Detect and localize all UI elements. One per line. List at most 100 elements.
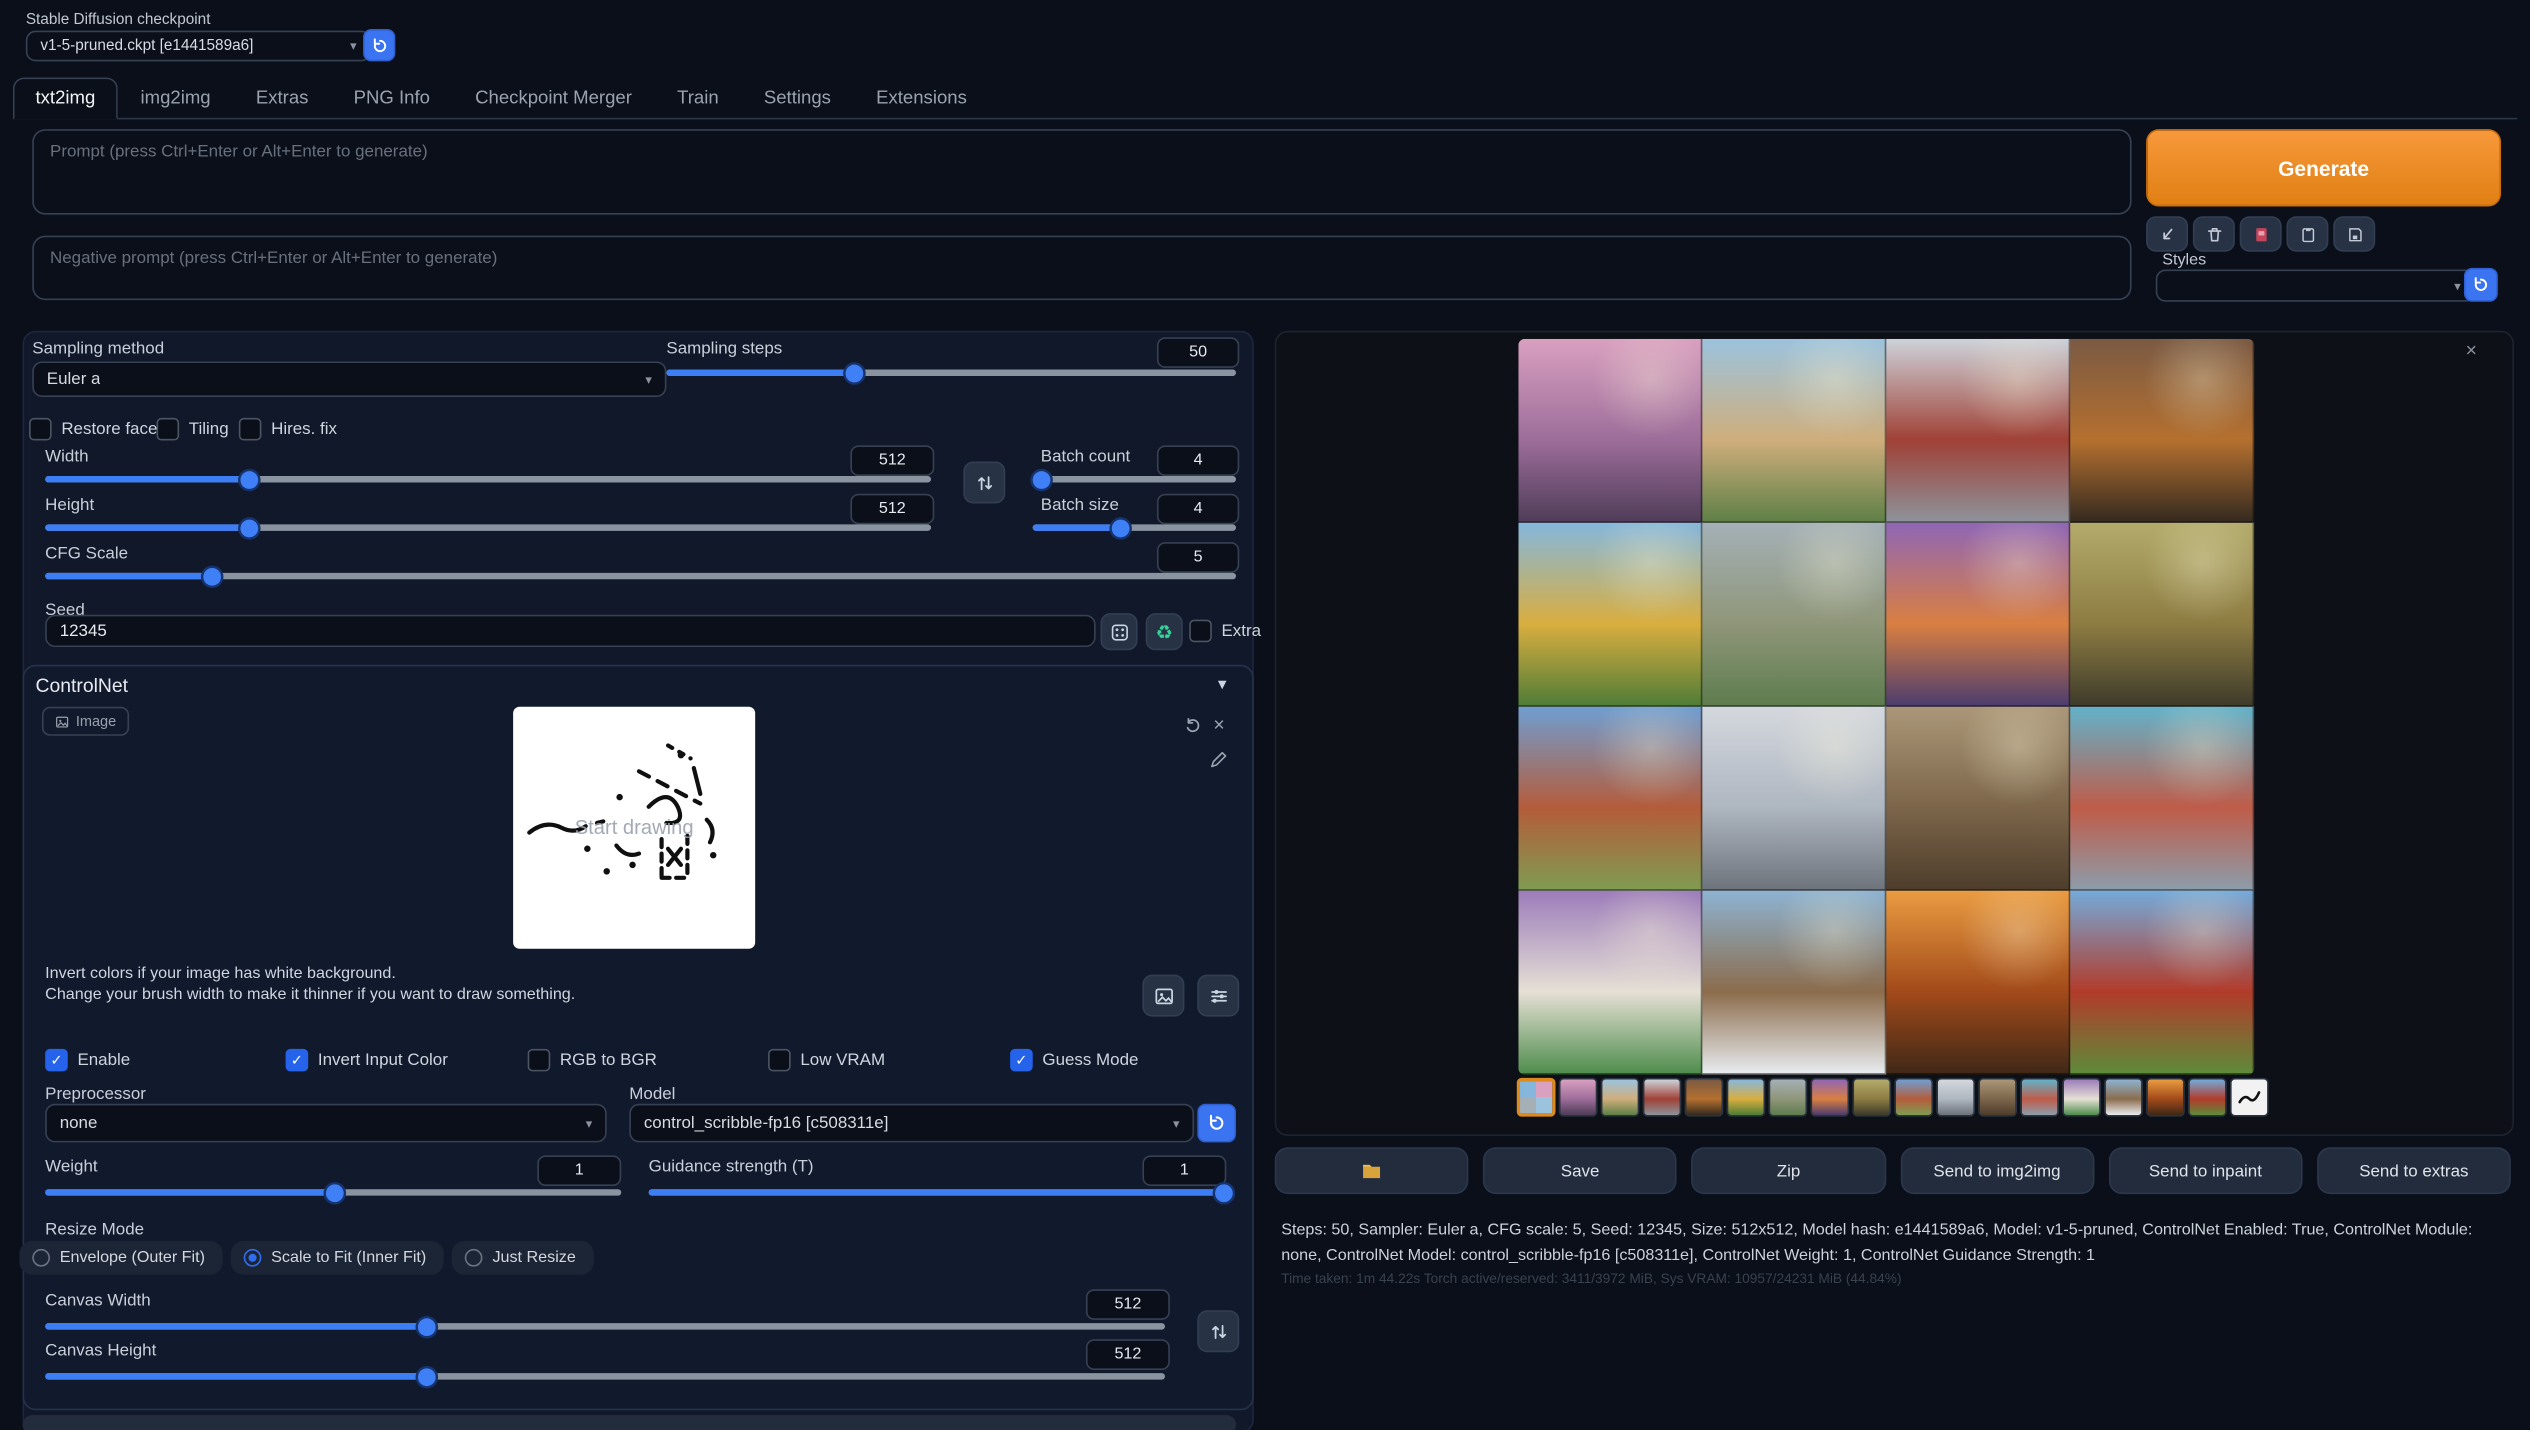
generate-button[interactable]: Generate (2146, 129, 2501, 206)
batch-count-input[interactable] (1157, 445, 1239, 476)
model-select[interactable]: control_scribble-fp16 [c508311e] ▾ (629, 1104, 1194, 1143)
hires-fix-checkbox[interactable]: Hires. fix (239, 418, 337, 441)
tab-png-info[interactable]: PNG Info (331, 77, 453, 119)
gallery-image-2[interactable] (1702, 339, 1886, 523)
invert-input-color-checkbox[interactable]: Invert Input Color (286, 1049, 448, 1072)
batch-size-input[interactable] (1157, 494, 1239, 525)
script-dropdown-partial[interactable] (23, 1415, 1236, 1430)
batch-size-slider[interactable] (1033, 524, 1236, 530)
send-to-extras-button[interactable]: Send to extras (2317, 1147, 2511, 1194)
model-refresh-button[interactable] (1197, 1104, 1236, 1143)
checkpoint-refresh-button[interactable] (363, 29, 395, 61)
enable-checkbox[interactable]: Enable (45, 1049, 130, 1072)
sampling-steps-input[interactable] (1157, 337, 1239, 368)
canvas-width-input[interactable] (1086, 1289, 1170, 1320)
thumbnail-14[interactable] (2104, 1078, 2143, 1117)
thumbnail-4[interactable] (1685, 1078, 1724, 1117)
height-slider[interactable] (45, 524, 931, 530)
styles-select[interactable]: ▾ (2156, 269, 2475, 301)
tab-settings[interactable]: Settings (741, 77, 853, 119)
canvas-width-slider[interactable] (45, 1323, 1165, 1329)
tab-extras[interactable]: Extras (233, 77, 331, 119)
width-slider[interactable] (45, 476, 931, 482)
cfg-scale-slider[interactable] (45, 573, 1236, 579)
thumbnail-13[interactable] (2062, 1078, 2101, 1117)
save-style-button[interactable] (2333, 216, 2375, 251)
thumbnail-9[interactable] (1894, 1078, 1933, 1117)
open-image-button[interactable] (1142, 975, 1184, 1017)
thumbnail-grid[interactable] (1517, 1078, 1556, 1117)
height-input[interactable] (850, 494, 934, 525)
thumbnail-6[interactable] (1769, 1078, 1808, 1117)
weight-slider[interactable] (45, 1189, 621, 1195)
extra-networks-button[interactable] (2240, 216, 2282, 251)
thumbnail-8[interactable] (1852, 1078, 1891, 1117)
thumbnail-2[interactable] (1601, 1078, 1640, 1117)
sampling-steps-slider[interactable] (666, 370, 1236, 376)
gallery-image-6[interactable] (1702, 523, 1886, 707)
resize-envelope-radio[interactable]: Envelope (Outer Fit) (19, 1241, 222, 1275)
gallery-image-13[interactable] (1518, 891, 1702, 1075)
tab-checkpoint-merger[interactable]: Checkpoint Merger (453, 77, 655, 119)
gallery-image-8[interactable] (2070, 523, 2254, 707)
clear-prompt-button[interactable] (2193, 216, 2235, 251)
canvas-clear-button[interactable]: × (1213, 713, 1224, 736)
tab-train[interactable]: Train (654, 77, 741, 119)
tab-txt2img[interactable]: txt2img (13, 77, 118, 119)
gallery-image-9[interactable] (1518, 707, 1702, 891)
weight-input[interactable] (537, 1155, 621, 1186)
negative-prompt-input[interactable] (32, 236, 2131, 301)
guess-mode-checkbox[interactable]: Guess Mode (1010, 1049, 1138, 1072)
send-to-inpaint-button[interactable]: Send to inpaint (2108, 1147, 2302, 1194)
open-folder-button[interactable] (1275, 1147, 1469, 1194)
gallery-image-15[interactable] (1886, 891, 2070, 1075)
checkpoint-select[interactable]: v1-5-pruned.ckpt [e1441589a6] ▾ (26, 31, 371, 62)
thumbnail-3[interactable] (1643, 1078, 1682, 1117)
gallery-image-3[interactable] (1886, 339, 2070, 523)
guidance-strength-slider[interactable] (649, 1189, 1223, 1195)
gallery-image-12[interactable] (2070, 707, 2254, 891)
thumbnail-16[interactable] (2188, 1078, 2227, 1117)
controlnet-collapse-icon[interactable]: ▼ (1215, 676, 1229, 692)
thumbnail-10[interactable] (1936, 1078, 1975, 1117)
canvas-height-input[interactable] (1086, 1339, 1170, 1370)
controlnet-image-tab[interactable]: Image (42, 707, 129, 736)
resize-just-resize-radio[interactable]: Just Resize (452, 1241, 593, 1275)
controlnet-canvas[interactable]: Start drawing (513, 707, 755, 949)
paste-params-button[interactable] (2146, 216, 2188, 251)
canvas-height-slider[interactable] (45, 1373, 1165, 1379)
zip-button[interactable]: Zip (1692, 1147, 1886, 1194)
tiling-checkbox[interactable]: Tiling (157, 418, 229, 441)
gallery-image-16[interactable] (2070, 891, 2254, 1075)
gallery-image-7[interactable] (1886, 523, 2070, 707)
send-to-img2img-button[interactable]: Send to img2img (1900, 1147, 2094, 1194)
swap-width-height-button[interactable] (963, 461, 1005, 503)
sampling-method-select[interactable]: Euler a ▾ (32, 361, 666, 396)
canvas-undo-button[interactable] (1183, 716, 1202, 735)
rgb-to-bgr-checkbox[interactable]: RGB to BGR (528, 1049, 657, 1072)
low-vram-checkbox[interactable]: Low VRAM (768, 1049, 885, 1072)
resize-scale-to-fit-radio[interactable]: Scale to Fit (Inner Fit) (231, 1241, 444, 1275)
random-seed-button[interactable] (1100, 613, 1137, 650)
thumbnail-controlnet-map[interactable] (2230, 1078, 2269, 1117)
tab-extensions[interactable]: Extensions (854, 77, 990, 119)
apply-style-button[interactable] (2286, 216, 2328, 251)
save-button[interactable]: Save (1483, 1147, 1677, 1194)
adjust-brush-button[interactable] (1197, 975, 1239, 1017)
tab-img2img[interactable]: img2img (118, 77, 233, 119)
gallery-image-1[interactable] (1518, 339, 1702, 523)
swap-canvas-dims-button[interactable] (1197, 1310, 1239, 1352)
thumbnail-15[interactable] (2146, 1078, 2185, 1117)
batch-count-slider[interactable] (1033, 476, 1236, 482)
thumbnail-1[interactable] (1559, 1078, 1598, 1117)
cfg-scale-input[interactable] (1157, 542, 1239, 573)
thumbnail-11[interactable] (1978, 1078, 2017, 1117)
gallery-image-5[interactable] (1518, 523, 1702, 707)
styles-refresh-button[interactable] (2464, 268, 2498, 302)
gallery-image-14[interactable] (1702, 891, 1886, 1075)
gallery-image-4[interactable] (2070, 339, 2254, 523)
gallery-image-11[interactable] (1886, 707, 2070, 891)
guidance-strength-input[interactable] (1142, 1155, 1226, 1186)
close-gallery-icon[interactable]: × (2466, 339, 2477, 362)
thumbnail-7[interactable] (1810, 1078, 1849, 1117)
